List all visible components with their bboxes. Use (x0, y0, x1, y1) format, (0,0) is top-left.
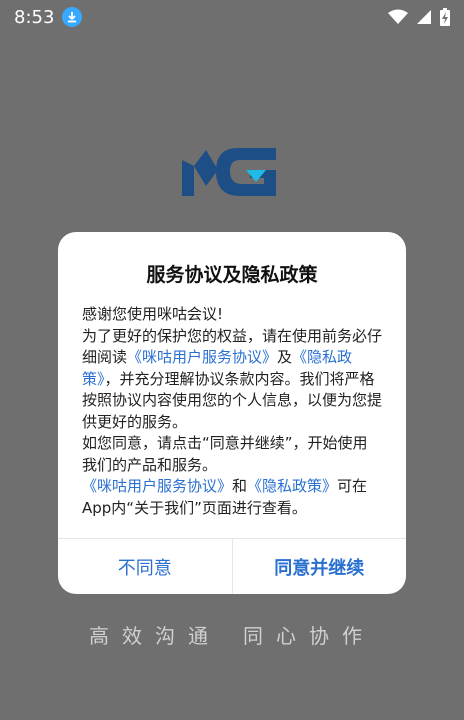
slogan: 高效沟通 同心协作 (0, 620, 464, 649)
service-agreement-link-2[interactable]: 《咪咕用户服务协议》 (82, 477, 232, 495)
download-icon (62, 7, 83, 27)
dialog-body: 感谢您使用咪咕会议! 为了更好的保护您的权益，请在使用前务必仔细阅读《咪咕用户服… (82, 304, 382, 519)
terms-text-and: 及 (277, 348, 293, 366)
view-paragraph: 《咪咕用户服务协议》和《隐私政策》可在App内“关于我们”页面进行查看。 (82, 476, 382, 519)
disagree-button[interactable]: 不同意 (58, 539, 233, 594)
agree-continue-button[interactable]: 同意并继续 (233, 539, 407, 594)
slogan-left: 高效沟通 (89, 624, 221, 648)
slogan-right: 同心协作 (243, 624, 375, 648)
terms-paragraph: 为了更好的保护您的权益，请在使用前务必仔细阅读《咪咕用户服务协议》及《隐私政策》… (82, 326, 382, 434)
status-time: 8:53 (14, 6, 55, 28)
status-left: 8:53 (14, 6, 83, 28)
battery-icon (440, 8, 450, 26)
status-bar: 8:53 (0, 0, 464, 34)
privacy-dialog: 服务协议及隐私政策 感谢您使用咪咕会议! 为了更好的保护您的权益，请在使用前务必… (58, 232, 406, 594)
greeting-text: 感谢您使用咪咕会议! (82, 305, 224, 323)
signal-icon (417, 10, 431, 24)
service-agreement-link[interactable]: 《咪咕用户服务协议》 (127, 348, 277, 366)
consent-paragraph: 如您同意，请点击“同意并继续”，开始使用我们的产品和服务。 (82, 434, 368, 474)
status-right (388, 8, 450, 26)
terms-text-post: ，并充分理解协议条款内容。我们将严格按照协议内容使用您的个人信息，以便为您提供更… (82, 369, 383, 431)
wifi-icon (388, 9, 408, 24)
dialog-actions: 不同意 同意并继续 (58, 538, 406, 594)
view-text-and: 和 (232, 477, 248, 495)
dialog-title: 服务协议及隐私政策 (146, 264, 318, 286)
privacy-policy-link-2[interactable]: 《隐私政策》 (247, 477, 337, 495)
app-logo (182, 148, 276, 196)
